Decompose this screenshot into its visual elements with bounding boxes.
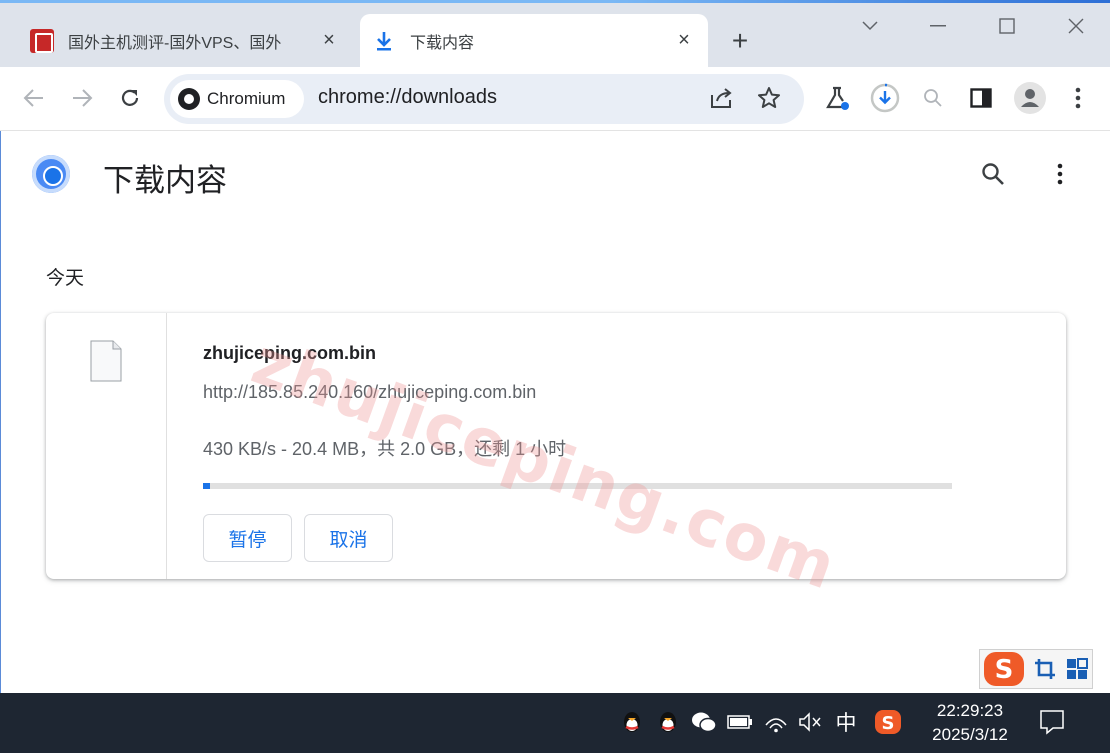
volume-muted-icon[interactable] (796, 708, 824, 736)
page-title: 下载内容 (103, 163, 227, 198)
ime-floating-toolbar[interactable]: S (979, 649, 1093, 689)
qq-penguin-icon-2[interactable] (654, 708, 682, 736)
download-icon (372, 29, 396, 53)
share-icon[interactable] (701, 78, 741, 118)
tab-search-chevron-icon[interactable] (836, 4, 904, 48)
tab-close-icon[interactable]: × (315, 27, 343, 55)
zoom-search-icon[interactable] (913, 78, 953, 118)
more-options-icon[interactable] (1042, 156, 1078, 192)
pause-button[interactable]: 暂停 (203, 514, 292, 562)
bookmark-star-icon[interactable] (749, 78, 789, 118)
ime-language-indicator[interactable]: 中 (832, 708, 860, 736)
crop-icon (1035, 659, 1055, 679)
back-icon[interactable] (14, 78, 54, 118)
site-chip[interactable]: Chromium (170, 80, 304, 118)
site-chip-label: Chromium (207, 89, 286, 108)
side-panel-icon[interactable] (961, 78, 1001, 118)
svg-text:S: S (995, 655, 1014, 685)
file-icon[interactable] (90, 340, 122, 382)
download-progress-fill (203, 483, 211, 489)
sogou-logo-icon: S (984, 652, 1024, 686)
chromium-icon (178, 88, 200, 110)
tab-zhujiceping[interactable]: 国外主机测评-国外VPS、国外 × (18, 14, 353, 67)
cancel-button[interactable]: 取消 (304, 514, 393, 562)
sogou-tray-icon[interactable]: S (874, 708, 902, 736)
card-divider (166, 313, 167, 579)
tab-close-icon[interactable]: × (670, 27, 698, 55)
labs-flask-icon[interactable] (817, 78, 857, 118)
taskbar-clock[interactable]: 22:29:23 2025/3/12 (920, 699, 1020, 747)
profile-avatar-icon[interactable] (1010, 78, 1050, 118)
forward-icon[interactable] (62, 78, 102, 118)
downloads-toolbar-icon[interactable] (865, 78, 905, 118)
grid-apps-icon (1067, 658, 1088, 679)
svg-text:S: S (882, 713, 895, 734)
maximize-icon[interactable] (973, 4, 1041, 48)
notification-center-icon[interactable] (1038, 708, 1066, 736)
wechat-icon[interactable] (690, 708, 718, 736)
search-icon[interactable] (975, 156, 1011, 192)
clock-date: 2025/3/12 (932, 725, 1008, 744)
chromium-logo-icon (32, 155, 70, 193)
qq-penguin-icon[interactable] (618, 708, 646, 736)
tab-title: 下载内容 (410, 34, 475, 52)
tab-downloads[interactable]: 下载内容 × (360, 14, 708, 67)
browser-menu-icon[interactable] (1058, 78, 1098, 118)
date-section-header: 今天 (46, 268, 85, 289)
url-text[interactable]: chrome://downloads (318, 86, 497, 109)
window-left-border (0, 131, 1, 693)
battery-icon[interactable] (726, 708, 754, 736)
new-tab-button[interactable]: + (722, 25, 758, 56)
tab-title: 国外主机测评-国外VPS、国外 (68, 34, 282, 52)
reload-icon[interactable] (110, 78, 150, 118)
window-accent-line (0, 0, 1110, 3)
close-window-icon[interactable] (1042, 4, 1110, 48)
wifi-icon[interactable] (762, 708, 790, 736)
clock-time: 22:29:23 (936, 701, 1004, 720)
site-favicon-icon (30, 28, 54, 53)
minimize-icon[interactable] (904, 4, 972, 48)
